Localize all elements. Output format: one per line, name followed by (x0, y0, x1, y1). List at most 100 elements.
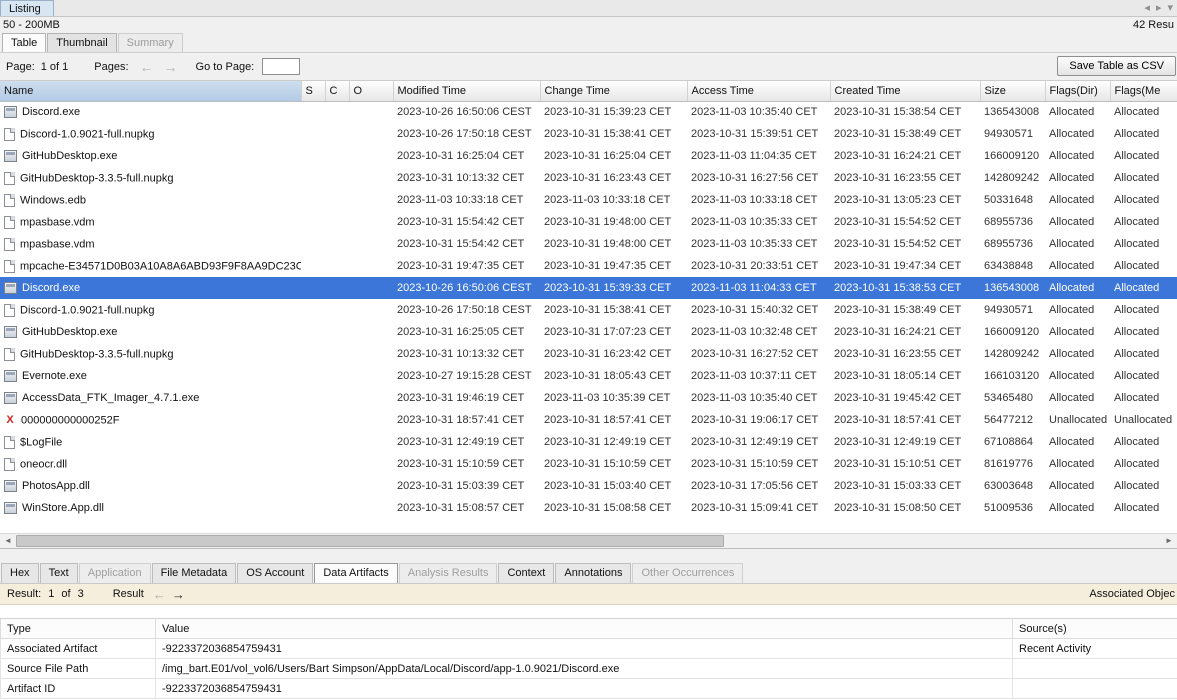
table-row[interactable]: GitHubDesktop.exe 2023-10-31 16:25:04 CET… (0, 145, 1177, 167)
score-cell (325, 409, 349, 431)
horizontal-scrollbar[interactable]: ◄ ► (0, 533, 1177, 548)
document-file-icon (4, 304, 15, 317)
score-cell (325, 321, 349, 343)
column-header-size[interactable]: Size (980, 81, 1045, 101)
file-name: mpasbase.vdm (20, 238, 95, 250)
created-time-cell: 2023-10-31 15:54:52 CET (830, 233, 980, 255)
scrollbar-thumb[interactable] (16, 535, 724, 547)
score-cell (301, 409, 325, 431)
table-row[interactable]: GitHubDesktop-3.3.5-full.nupkg2023-10-31… (0, 167, 1177, 189)
artifact-column-header-source-s[interactable]: Source(s) (1013, 619, 1177, 639)
table-row[interactable]: mpasbase.vdm2023-10-31 15:54:42 CET2023-… (0, 211, 1177, 233)
access-time-cell: 2023-11-03 10:35:40 CET (687, 101, 830, 123)
column-header-flags-dir[interactable]: Flags(Dir) (1045, 81, 1110, 101)
previous-result-icon[interactable]: ← (153, 588, 166, 601)
file-name: Discord-1.0.9021-full.nupkg (20, 304, 155, 316)
table-row[interactable]: Discord.exe2023-10-26 16:50:06 CEST2023-… (0, 277, 1177, 299)
modified-time-cell: 2023-10-31 10:13:32 CET (393, 167, 540, 189)
column-header-s[interactable]: S (301, 81, 325, 101)
table-row[interactable]: PhotosApp.dll2023-10-31 15:03:39 CET2023… (0, 475, 1177, 497)
viewer-tab-file-metadata[interactable]: File Metadata (152, 563, 237, 583)
viewer-tab-text[interactable]: Text (40, 563, 78, 583)
save-table-csv-button[interactable]: Save Table as CSV (1057, 56, 1176, 76)
table-row[interactable]: Windows.edb2023-11-03 10:33:18 CET2023-1… (0, 189, 1177, 211)
prev-page-icon[interactable]: ← (140, 60, 154, 74)
artifact-row[interactable]: Source File Path/img_bart.E01/vol_vol6/U… (1, 659, 1177, 679)
column-header-access-time[interactable]: Access Time (687, 81, 830, 101)
artifact-column-header-value[interactable]: Value (156, 619, 1013, 639)
viewer-tab-context[interactable]: Context (498, 563, 554, 583)
score-cell (301, 365, 325, 387)
file-table-area: NameSCOModified TimeChange TimeAccess Ti… (0, 80, 1177, 533)
document-file-icon (4, 458, 15, 471)
score-cell (301, 321, 325, 343)
scrollbar-right-arrow-icon[interactable]: ► (1161, 534, 1177, 548)
size-cell: 68955736 (980, 211, 1045, 233)
viewer-tab-hex[interactable]: Hex (1, 563, 39, 583)
modified-time-cell: 2023-10-31 16:25:04 CET (393, 145, 540, 167)
next-page-icon[interactable]: → (164, 60, 178, 74)
application-file-icon (4, 480, 17, 492)
file-table-header-row: NameSCOModified TimeChange TimeAccess Ti… (0, 81, 1177, 101)
access-time-cell: 2023-11-03 10:35:40 CET (687, 387, 830, 409)
name-cell: GitHubDesktop.exe (0, 145, 301, 167)
table-row[interactable]: mpasbase.vdm2023-10-31 15:54:42 CET2023-… (0, 233, 1177, 255)
file-name: WinStore.App.dll (22, 502, 104, 514)
viewer-tab-annotations[interactable]: Annotations (555, 563, 631, 583)
artifact-column-header-type[interactable]: Type (1, 619, 156, 639)
artifact-row[interactable]: Artifact ID-9223372036854759431 (1, 679, 1177, 699)
table-row[interactable]: 000000000000252F2023-10-31 18:57:41 CET2… (0, 409, 1177, 431)
name-cell: GitHubDesktop.exe (0, 321, 301, 343)
viewer-tab-data-artifacts[interactable]: Data Artifacts (314, 563, 397, 583)
result-total: 3 (78, 588, 84, 600)
goto-page-input[interactable] (262, 58, 300, 75)
table-row[interactable]: $LogFile2023-10-31 12:49:19 CET2023-10-3… (0, 431, 1177, 453)
table-row[interactable]: Discord-1.0.9021-full.nupkg2023-10-26 17… (0, 299, 1177, 321)
panel-divider (0, 548, 1177, 562)
table-row[interactable]: AccessData_FTK_Imager_4.7.1.exe2023-10-3… (0, 387, 1177, 409)
table-row[interactable]: WinStore.App.dll2023-10-31 15:08:57 CET2… (0, 497, 1177, 519)
file-name: Discord-1.0.9021-full.nupkg (20, 128, 155, 140)
size-cell: 63438848 (980, 255, 1045, 277)
artifact-row[interactable]: Associated Artifact-9223372036854759431R… (1, 639, 1177, 659)
score-cell (349, 211, 393, 233)
table-row[interactable]: oneocr.dll2023-10-31 15:10:59 CET2023-10… (0, 453, 1177, 475)
table-row[interactable]: Discord.exe2023-10-26 16:50:06 CEST2023-… (0, 101, 1177, 123)
scroll-left-icon[interactable]: ◂ (1144, 2, 1150, 14)
scroll-right-icon[interactable]: ▸ (1156, 2, 1162, 14)
column-header-name[interactable]: Name (0, 81, 301, 101)
pages-label: Pages: (94, 61, 128, 73)
table-row[interactable]: Evernote.exe2023-10-27 19:15:28 CEST2023… (0, 365, 1177, 387)
view-tab-thumbnail[interactable]: Thumbnail (47, 33, 116, 52)
column-header-flags-me[interactable]: Flags(Me (1110, 81, 1177, 101)
score-cell (349, 431, 393, 453)
table-row[interactable]: mpcache-E34571D0B03A10A8A6ABD93F9F8AA9DC… (0, 255, 1177, 277)
modified-time-cell: 2023-10-26 16:50:06 CEST (393, 101, 540, 123)
column-header-c[interactable]: C (325, 81, 349, 101)
column-header-created-time[interactable]: Created Time (830, 81, 980, 101)
access-time-cell: 2023-10-31 15:09:41 CET (687, 497, 830, 519)
size-cell: 67108864 (980, 431, 1045, 453)
tab-list-dropdown-icon[interactable]: ▾ (1167, 2, 1173, 14)
column-header-modified-time[interactable]: Modified Time (393, 81, 540, 101)
scrollbar-left-arrow-icon[interactable]: ◄ (0, 534, 16, 548)
flags-meta-cell: Unallocated (1110, 409, 1177, 431)
tab-listing[interactable]: Listing (0, 0, 54, 16)
modified-time-cell: 2023-10-26 16:50:06 CEST (393, 277, 540, 299)
score-cell (301, 211, 325, 233)
size-cell: 51009536 (980, 497, 1045, 519)
access-time-cell: 2023-11-03 11:04:33 CET (687, 277, 830, 299)
viewer-tab-os-account[interactable]: OS Account (237, 563, 313, 583)
modified-time-cell: 2023-10-31 15:03:39 CET (393, 475, 540, 497)
size-cell: 166009120 (980, 321, 1045, 343)
view-tab-table[interactable]: Table (2, 33, 46, 52)
column-header-change-time[interactable]: Change Time (540, 81, 687, 101)
page-label: Page: (6, 61, 35, 73)
next-result-icon[interactable]: → (172, 588, 185, 601)
table-row[interactable]: Discord-1.0.9021-full.nupkg2023-10-26 17… (0, 123, 1177, 145)
column-header-o[interactable]: O (349, 81, 393, 101)
file-name: mpcache-E34571D0B03A10A8A6ABD93F9F8AA9DC… (20, 260, 301, 272)
size-cell: 81619776 (980, 453, 1045, 475)
table-row[interactable]: GitHubDesktop-3.3.5-full.nupkg2023-10-31… (0, 343, 1177, 365)
table-row[interactable]: GitHubDesktop.exe2023-10-31 16:25:05 CET… (0, 321, 1177, 343)
